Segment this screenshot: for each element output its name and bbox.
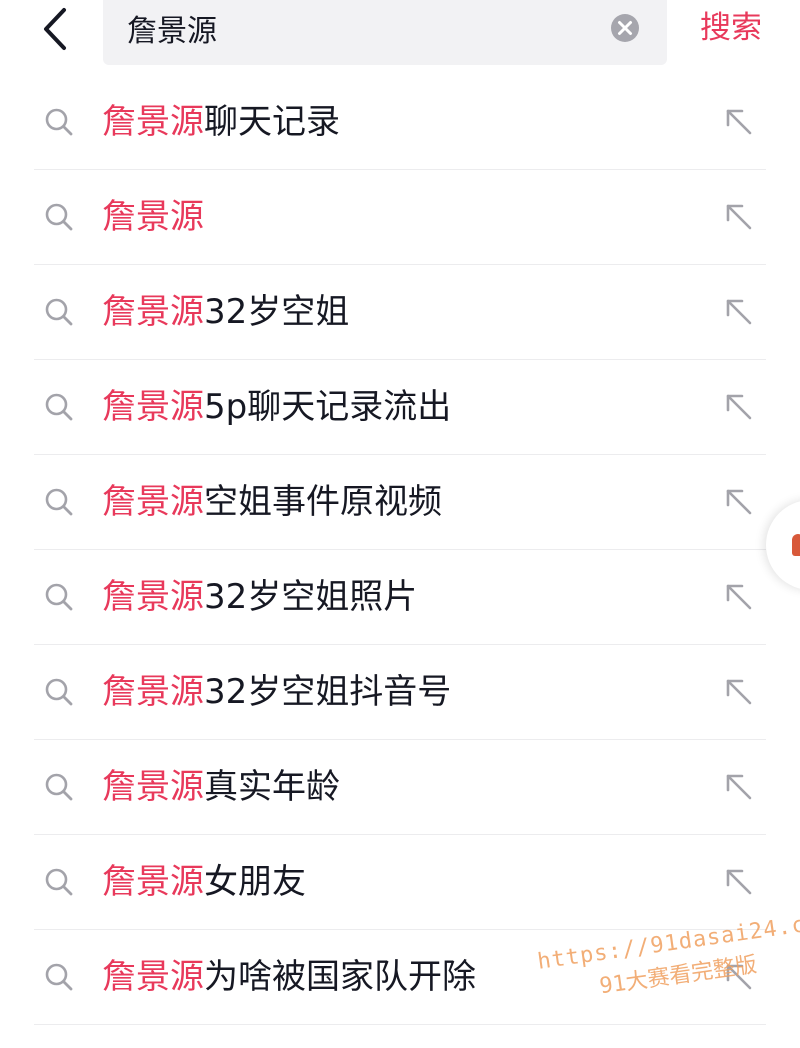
- top-bar: 搜索: [0, 0, 800, 72]
- suggestion-item[interactable]: 詹景源真实年龄: [34, 740, 766, 835]
- fill-arrow-icon[interactable]: [724, 107, 754, 137]
- fill-arrow-icon[interactable]: [724, 392, 754, 422]
- suggestion-text: 詹景源: [102, 170, 204, 264]
- suggestion-highlight: 詹景源: [102, 767, 204, 807]
- fill-arrow-icon[interactable]: [724, 582, 754, 612]
- suggestion-highlight: 詹景源: [102, 292, 204, 332]
- search-icon: [44, 202, 74, 232]
- suggestion-rest: 聊天记录: [204, 102, 340, 142]
- suggestion-highlight: 詹景源: [102, 577, 204, 617]
- search-icon: [44, 107, 74, 137]
- suggestion-highlight: 詹景源: [102, 957, 204, 997]
- search-icon: [44, 772, 74, 802]
- suggestion-rest: 女朋友: [204, 862, 306, 902]
- suggestion-highlight: 詹景源: [102, 672, 204, 712]
- back-button[interactable]: [30, 4, 82, 52]
- suggestion-text: 詹景源32岁空姐抖音号: [102, 645, 451, 739]
- suggestion-highlight: 詹景源: [102, 102, 204, 142]
- suggestion-rest: 空姐事件原视频: [204, 482, 442, 522]
- suggestion-rest: 32岁空姐照片: [204, 577, 418, 617]
- suggestion-item[interactable]: 詹景源32岁空姐: [34, 265, 766, 360]
- suggestion-highlight: 詹景源: [102, 862, 204, 902]
- search-icon: [44, 297, 74, 327]
- fill-arrow-icon[interactable]: [724, 677, 754, 707]
- suggestion-list: 詹景源聊天记录 詹景源 詹景源32岁空姐 詹景源5p聊天记录流出 詹景源空姐事件原视频詹…: [0, 75, 800, 1025]
- search-icon: [44, 392, 74, 422]
- clear-circle-icon: [611, 14, 639, 42]
- search-icon: [44, 867, 74, 897]
- suggestion-highlight: 詹景源: [102, 482, 204, 522]
- search-icon: [44, 677, 74, 707]
- suggestion-highlight: 詹景源: [102, 387, 204, 427]
- search-box[interactable]: [103, 0, 667, 65]
- fill-arrow-icon[interactable]: [724, 772, 754, 802]
- suggestion-item[interactable]: 詹景源32岁空姐照片: [34, 550, 766, 645]
- fill-arrow-icon[interactable]: [724, 202, 754, 232]
- suggestion-rest: 真实年龄: [204, 767, 340, 807]
- suggestion-rest: 32岁空姐抖音号: [204, 672, 452, 712]
- suggestion-text: 詹景源32岁空姐照片: [102, 550, 417, 644]
- assistant-icon: [792, 534, 800, 556]
- suggestion-text: 詹景源女朋友: [102, 835, 306, 929]
- search-submit-button[interactable]: 搜索: [700, 4, 780, 52]
- fill-arrow-icon[interactable]: [724, 487, 754, 517]
- suggestion-item[interactable]: 詹景源5p聊天记录流出: [34, 360, 766, 455]
- suggestion-text: 詹景源空姐事件原视频: [102, 455, 442, 549]
- suggestion-item[interactable]: 詹景源女朋友: [34, 835, 766, 930]
- search-icon: [44, 582, 74, 612]
- search-suggestion-page: 搜索 詹景源聊天记录詹景源詹景源32岁空姐詹景源5p聊天记录流出詹景源空姐事件原…: [0, 0, 800, 1048]
- suggestion-rest: 5p聊天记录流出: [204, 387, 452, 427]
- fill-arrow-icon[interactable]: [724, 867, 754, 897]
- search-icon: [44, 962, 74, 992]
- suggestion-item[interactable]: 詹景源空姐事件原视频: [34, 455, 766, 550]
- clear-button[interactable]: [609, 12, 641, 44]
- suggestion-item[interactable]: 詹景源聊天记录: [34, 75, 766, 170]
- suggestion-rest: 为啥被国家队开除: [204, 957, 476, 997]
- chevron-left-icon: [44, 8, 66, 50]
- suggestion-text: 詹景源5p聊天记录流出: [102, 360, 451, 454]
- suggestion-text: 詹景源为啥被国家队开除: [102, 930, 476, 1024]
- search-icon: [44, 487, 74, 517]
- suggestion-rest: 32岁空姐: [204, 292, 350, 332]
- suggestion-text: 詹景源32岁空姐: [102, 265, 349, 359]
- fill-arrow-icon[interactable]: [724, 297, 754, 327]
- suggestion-item[interactable]: 詹景源: [34, 170, 766, 265]
- search-input[interactable]: [127, 0, 597, 56]
- suggestion-text: 詹景源真实年龄: [102, 740, 340, 834]
- suggestion-item[interactable]: 詹景源32岁空姐抖音号: [34, 645, 766, 740]
- suggestion-highlight: 詹景源: [102, 197, 204, 237]
- suggestion-text: 詹景源聊天记录: [102, 75, 340, 169]
